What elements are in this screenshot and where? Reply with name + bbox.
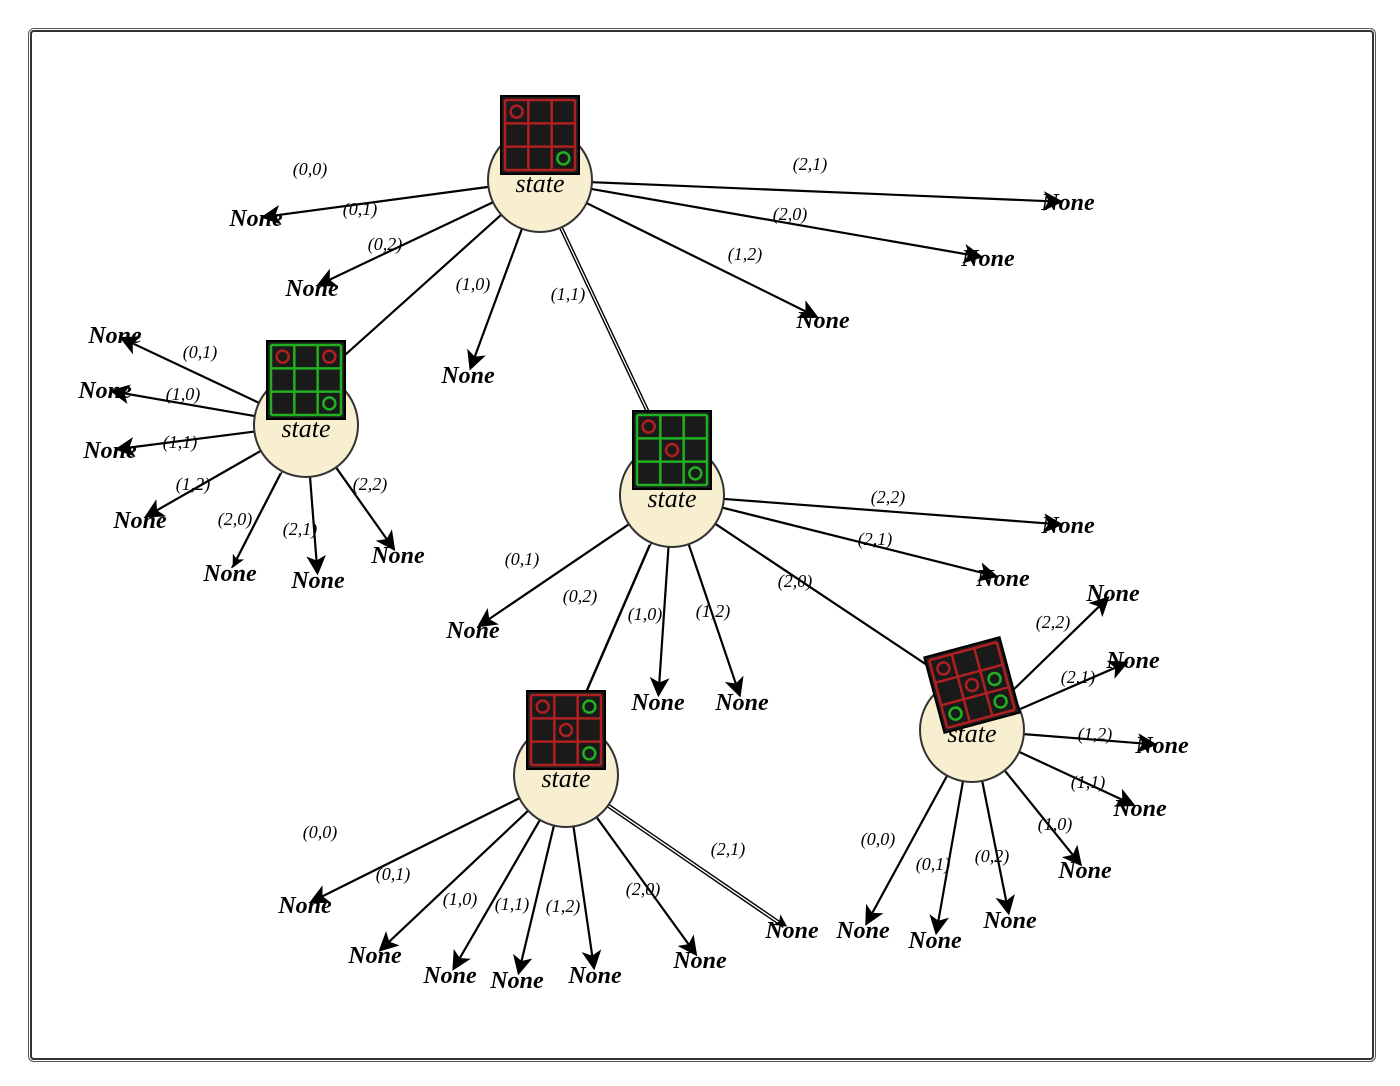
leaf-none: None: [714, 690, 769, 716]
edge-label: (2,0): [218, 509, 253, 530]
leaf-none: None: [1105, 648, 1160, 674]
edge-label: (0,1): [505, 549, 540, 570]
leaf-none: None: [82, 438, 137, 464]
edge-label: (1,0): [1038, 814, 1073, 835]
tree-edge: [480, 524, 629, 625]
edge-label: (1,2): [176, 474, 211, 495]
edge-label: (2,1): [1061, 667, 1096, 688]
state-node: state: [920, 637, 1024, 782]
edge-label: (0,0): [293, 159, 328, 180]
leaf-none: None: [347, 943, 402, 969]
leaf-none: None: [422, 963, 477, 989]
leaf-none: None: [835, 918, 890, 944]
edge-label: (1,2): [546, 896, 581, 917]
tree-edge: [715, 524, 959, 687]
edge-label: (1,1): [163, 432, 198, 453]
tree-edge: [471, 229, 522, 368]
grid-icon: [501, 96, 579, 174]
leaf-none: None: [370, 543, 425, 569]
edge-label: (1,0): [166, 384, 201, 405]
leaf-none: None: [112, 508, 167, 534]
leaf-none: None: [87, 323, 142, 349]
leaf-none: None: [960, 246, 1015, 272]
edge-label: (2,0): [773, 204, 808, 225]
edge-label: (2,2): [1036, 612, 1071, 633]
tree-edge: [609, 804, 786, 925]
state-node: state: [514, 691, 618, 827]
edge-label: (1,2): [1078, 724, 1113, 745]
edge-label: (2,1): [283, 519, 318, 540]
leaf-none: None: [1040, 513, 1095, 539]
leaf-none: None: [975, 566, 1030, 592]
grid-icon: [633, 411, 711, 489]
leaf-none: None: [290, 568, 345, 594]
leaf-none: None: [1134, 733, 1189, 759]
leaf-none: None: [567, 963, 622, 989]
edge-label: (1,0): [456, 274, 491, 295]
edge-label: (0,1): [376, 864, 411, 885]
edge-label: (0,0): [861, 829, 896, 850]
state-node: state: [254, 341, 358, 477]
edge-label: (1,1): [551, 284, 586, 305]
leaf-none: None: [228, 206, 283, 232]
leaf-none: None: [277, 893, 332, 919]
tree-edge: [312, 798, 519, 901]
edge-label: (2,1): [793, 154, 828, 175]
leaf-none: None: [284, 276, 339, 302]
edge-label: (0,1): [916, 854, 951, 875]
grid-icon: [267, 341, 345, 419]
leaf-none: None: [630, 690, 685, 716]
state-node: state: [488, 96, 592, 232]
tree-edge: [867, 776, 947, 923]
leaf-none: None: [77, 378, 132, 404]
edge-label: (0,2): [563, 586, 598, 607]
edge-label: (2,0): [778, 571, 813, 592]
edge-label: (0,0): [303, 822, 338, 843]
edge-label: (1,1): [495, 894, 530, 915]
leaf-none: None: [202, 561, 257, 587]
edge-label: (2,2): [871, 487, 906, 508]
edge-label: (2,2): [353, 474, 388, 495]
edge-label: (1,2): [728, 244, 763, 265]
edge-label: (2,0): [626, 879, 661, 900]
leaf-none: None: [489, 968, 544, 994]
edge-label: (0,1): [183, 342, 218, 363]
grid-icon: [527, 691, 605, 769]
edge-label: (0,2): [975, 846, 1010, 867]
edge-label: (2,1): [858, 529, 893, 550]
edge-label: (0,1): [343, 199, 378, 220]
leaf-none: None: [1057, 858, 1112, 884]
edge-label: (0,2): [368, 234, 403, 255]
leaf-none: None: [764, 918, 819, 944]
edge-label: (1,0): [628, 604, 663, 625]
leaf-none: None: [672, 948, 727, 974]
leaf-none: None: [1085, 581, 1140, 607]
edge-label: (1,2): [696, 601, 731, 622]
leaf-none: None: [1040, 190, 1095, 216]
leaf-none: None: [795, 308, 850, 334]
tree-diagram: (0,0) None (0,1) None (0,2) (1,0) None (1,1) (1,…: [0, 0, 1400, 1086]
edge-label: (1,1): [1071, 772, 1106, 793]
edge-label: (2,1): [711, 839, 746, 860]
leaf-none: None: [1112, 796, 1167, 822]
leaf-none: None: [982, 908, 1037, 934]
leaf-none: None: [907, 928, 962, 954]
leaf-none: None: [445, 618, 500, 644]
edge-label: (1,0): [443, 889, 478, 910]
state-node: state: [620, 411, 724, 547]
tree-edge: [592, 182, 1060, 202]
leaf-none: None: [440, 363, 495, 389]
